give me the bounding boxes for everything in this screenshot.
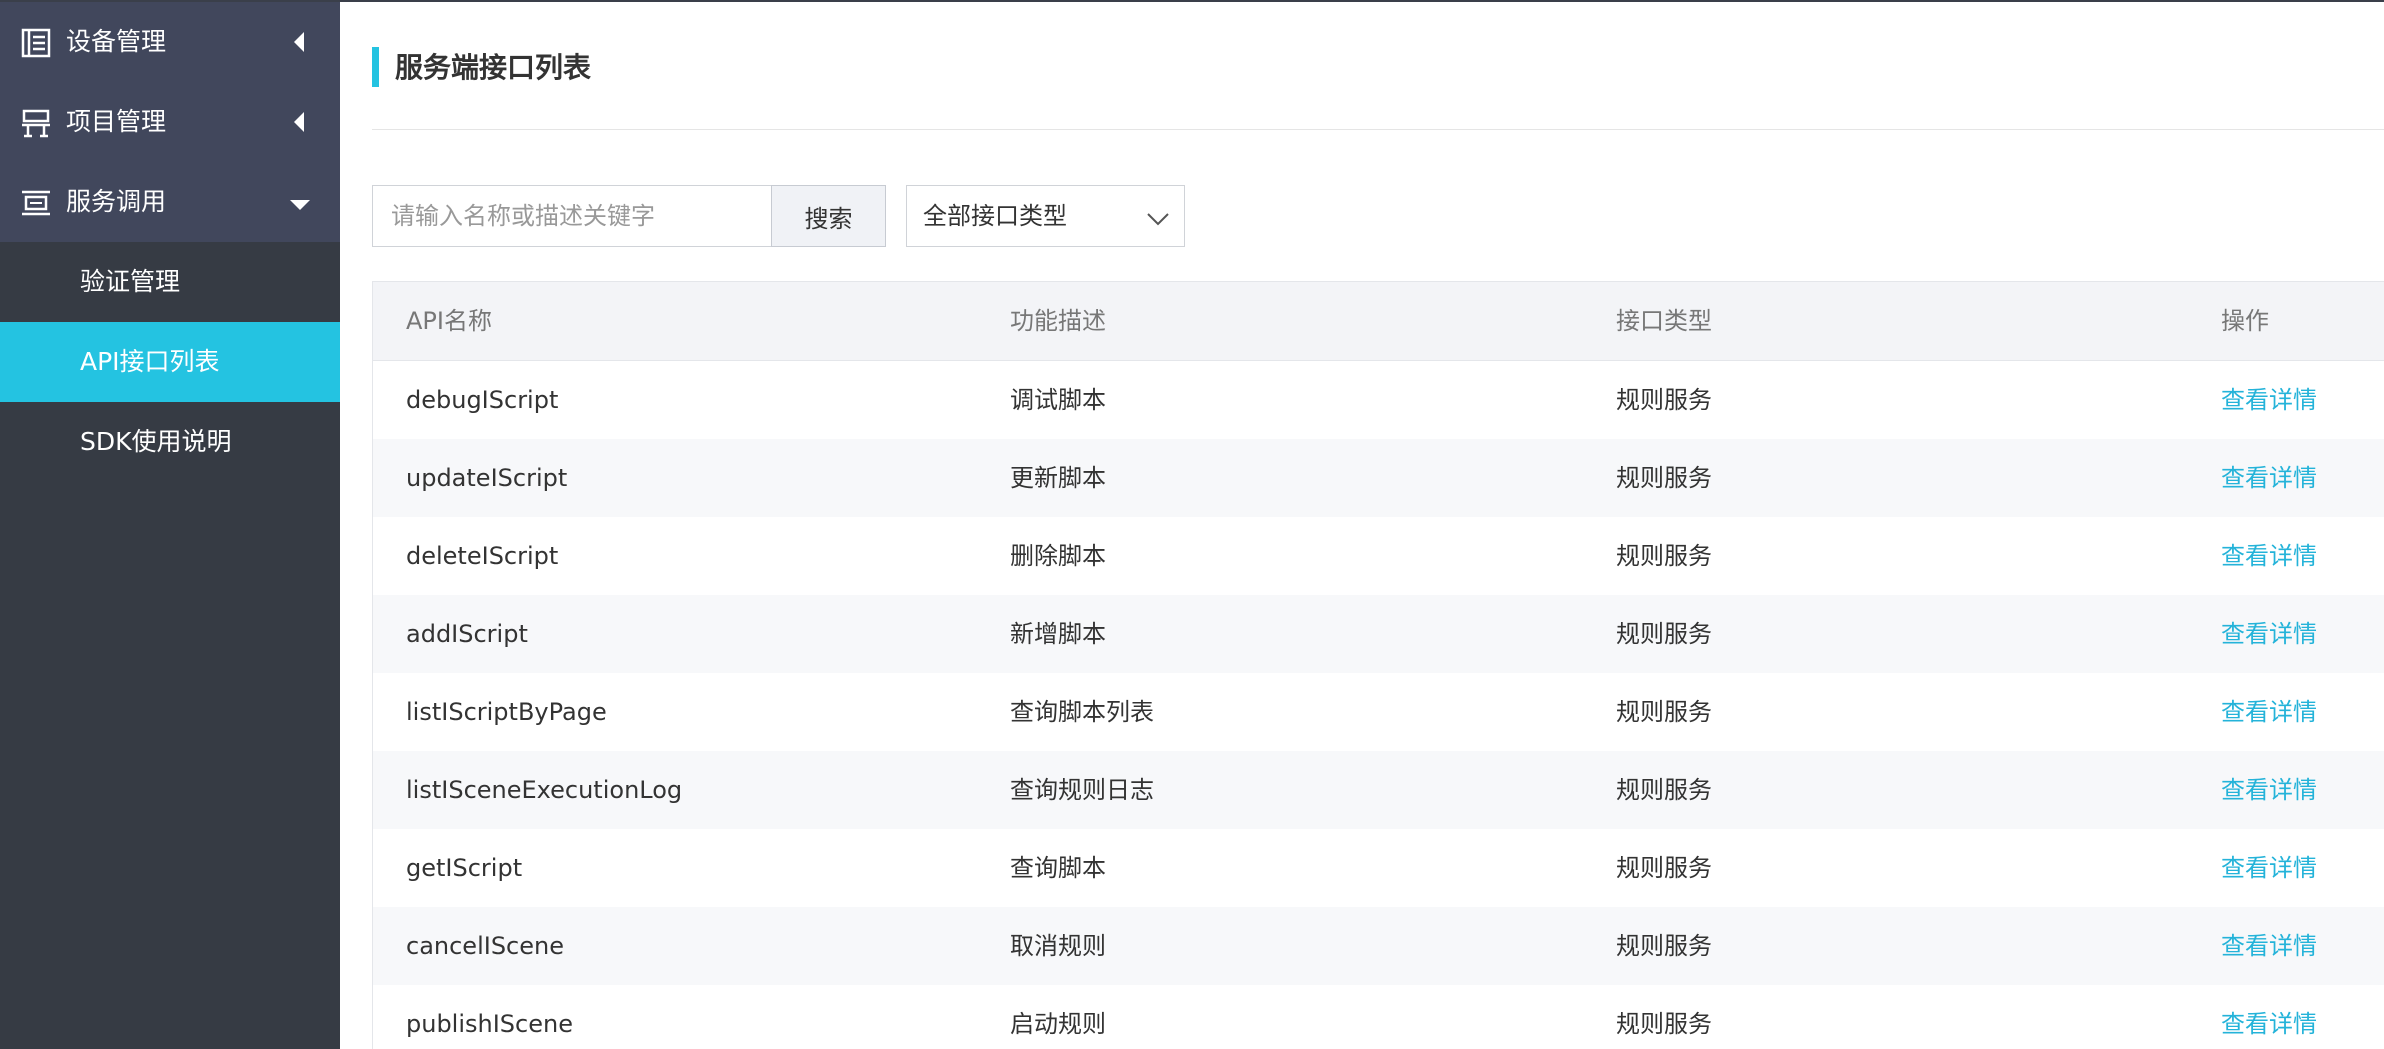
caret-left-icon <box>290 30 310 54</box>
table-row: cancelIScene 取消规则 规则服务 查看详情 <box>372 907 2384 985</box>
sidebar-item-label: 服务调用 <box>66 187 167 216</box>
view-details-link[interactable]: 查看详情 <box>2221 829 2317 907</box>
api-name-cell: getIScript <box>406 854 523 882</box>
caret-down-icon <box>288 192 312 212</box>
view-details-link[interactable]: 查看详情 <box>2221 751 2317 829</box>
page-title: 服务端接口列表 <box>395 51 592 84</box>
sidebar-subitem-label: API接口列表 <box>80 347 220 376</box>
api-name-cell: deleteIScript <box>406 542 559 570</box>
type-cell: 规则服务 <box>1616 386 1712 414</box>
project-icon <box>20 107 52 139</box>
view-details-link[interactable]: 查看详情 <box>2221 361 2317 439</box>
main-content: 服务端接口列表 搜索 全部接口类型 API名称 功能描述 接口类型 操作 deb… <box>340 2 2384 1049</box>
sidebar-item-auth-management[interactable]: 验证管理 <box>0 242 340 322</box>
sidebar-subitem-label: SDK使用说明 <box>80 427 232 456</box>
api-table: API名称 功能描述 接口类型 操作 debugIScript 调试脚本 规则服… <box>372 281 2384 1049</box>
table-row: listIScriptByPage 查询脚本列表 规则服务 查看详情 <box>372 673 2384 751</box>
description-cell: 调试脚本 <box>1010 386 1106 414</box>
sidebar: 设备管理 项目管理 服务调用 验证管理 API接口列表 SDK使用说明 <box>0 2 340 1049</box>
sidebar-item-sdk-guide[interactable]: SDK使用说明 <box>0 402 340 482</box>
description-cell: 删除脚本 <box>1010 542 1106 570</box>
type-cell: 规则服务 <box>1616 464 1712 492</box>
api-name-cell: cancelIScene <box>406 932 564 960</box>
sidebar-item-project-management[interactable]: 项目管理 <box>0 82 340 162</box>
description-cell: 查询脚本 <box>1010 854 1106 882</box>
type-cell: 规则服务 <box>1616 1010 1712 1038</box>
select-value: 全部接口类型 <box>923 202 1067 230</box>
table-row: getIScript 查询脚本 规则服务 查看详情 <box>372 829 2384 907</box>
view-details-link[interactable]: 查看详情 <box>2221 673 2317 751</box>
chevron-down-icon <box>1146 206 1170 226</box>
description-cell: 启动规则 <box>1010 1010 1106 1038</box>
type-cell: 规则服务 <box>1616 776 1712 804</box>
description-cell: 取消规则 <box>1010 932 1106 960</box>
interface-type-select[interactable]: 全部接口类型 <box>906 185 1185 247</box>
type-cell: 规则服务 <box>1616 854 1712 882</box>
view-details-link[interactable]: 查看详情 <box>2221 985 2317 1049</box>
sidebar-item-api-list[interactable]: API接口列表 <box>0 322 340 402</box>
type-cell: 规则服务 <box>1616 620 1712 648</box>
table-row: publishIScene 启动规则 规则服务 查看详情 <box>372 985 2384 1049</box>
table-row: debugIScript 调试脚本 规则服务 查看详情 <box>372 361 2384 439</box>
api-name-cell: listIScriptByPage <box>406 698 607 726</box>
app-window: 设备管理 项目管理 服务调用 验证管理 API接口列表 SDK使用说明 服务端接… <box>0 0 2384 1049</box>
column-header-api-name: API名称 <box>406 307 492 335</box>
column-header-action: 操作 <box>2221 307 2269 335</box>
sidebar-subitem-label: 验证管理 <box>80 267 181 296</box>
table-row: deleteIScript 删除脚本 规则服务 查看详情 <box>372 517 2384 595</box>
list-icon <box>20 27 52 59</box>
view-details-link[interactable]: 查看详情 <box>2221 595 2317 673</box>
column-header-type: 接口类型 <box>1616 307 1712 335</box>
sidebar-item-service-invocation[interactable]: 服务调用 <box>0 162 340 242</box>
caret-left-icon <box>290 110 310 134</box>
table-header: API名称 功能描述 接口类型 操作 <box>372 281 2384 361</box>
type-cell: 规则服务 <box>1616 932 1712 960</box>
type-cell: 规则服务 <box>1616 542 1712 570</box>
type-cell: 规则服务 <box>1616 698 1712 726</box>
sidebar-item-device-management[interactable]: 设备管理 <box>0 2 340 82</box>
title-accent-bar <box>372 47 379 87</box>
search-button[interactable]: 搜索 <box>771 185 886 247</box>
service-icon <box>20 187 52 219</box>
api-name-cell: listISceneExecutionLog <box>406 776 683 804</box>
column-header-description: 功能描述 <box>1010 307 1106 335</box>
description-cell: 查询规则日志 <box>1010 776 1154 804</box>
description-cell: 查询脚本列表 <box>1010 698 1154 726</box>
api-name-cell: publishIScene <box>406 1010 573 1038</box>
view-details-link[interactable]: 查看详情 <box>2221 517 2317 595</box>
table-row: listISceneExecutionLog 查询规则日志 规则服务 查看详情 <box>372 751 2384 829</box>
table-row: addIScript 新增脚本 规则服务 查看详情 <box>372 595 2384 673</box>
view-details-link[interactable]: 查看详情 <box>2221 439 2317 517</box>
search-input[interactable] <box>372 185 772 247</box>
divider <box>372 129 2384 130</box>
sidebar-item-label: 项目管理 <box>66 107 167 136</box>
view-details-link[interactable]: 查看详情 <box>2221 907 2317 985</box>
api-name-cell: debugIScript <box>406 386 559 414</box>
api-name-cell: addIScript <box>406 620 528 648</box>
description-cell: 更新脚本 <box>1010 464 1106 492</box>
description-cell: 新增脚本 <box>1010 620 1106 648</box>
sidebar-item-label: 设备管理 <box>66 27 167 56</box>
table-row: updateIScript 更新脚本 规则服务 查看详情 <box>372 439 2384 517</box>
api-name-cell: updateIScript <box>406 464 568 492</box>
